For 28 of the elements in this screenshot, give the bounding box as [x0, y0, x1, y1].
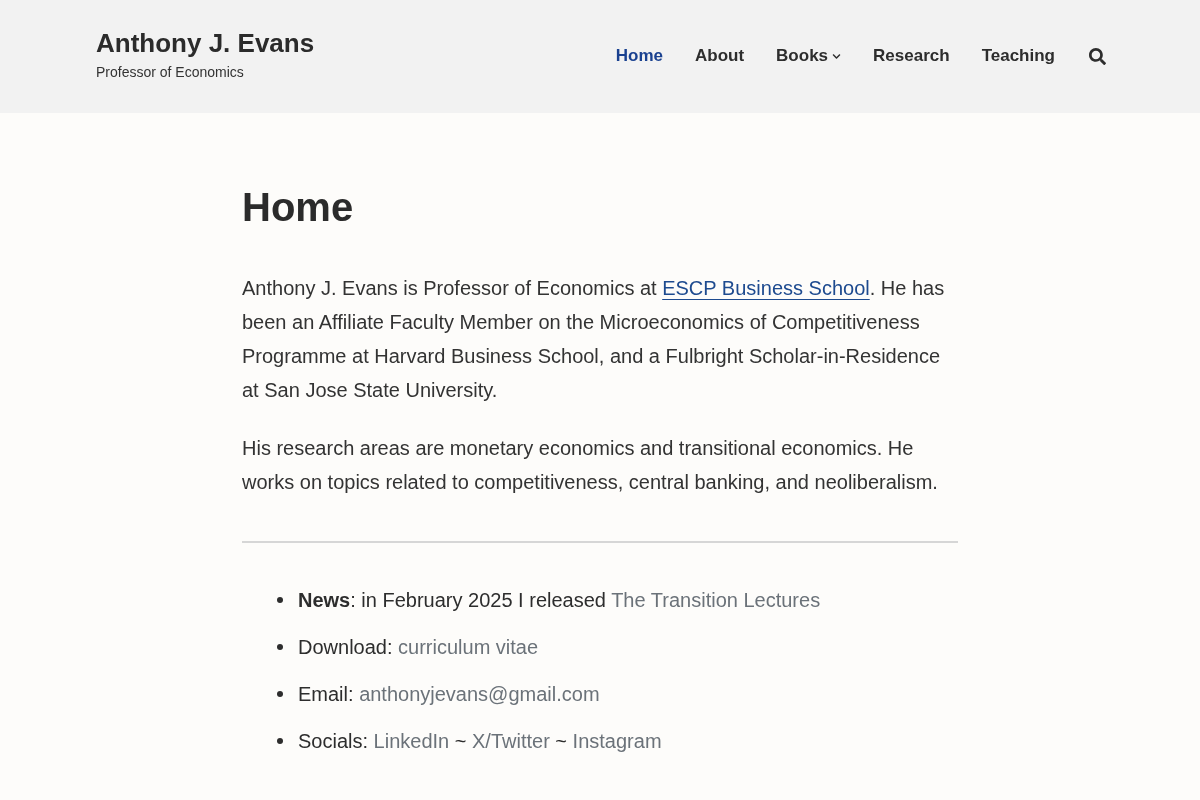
site-title[interactable]: Anthony J. Evans — [96, 28, 315, 59]
body-paragraph: Anthony J. Evans is Professor of Economics at ESCP Business School. He has been an Affiliate Faculty Member on the Microeconomics of Competitiveness Programme at Harvard Business School, and a Fulbright Scholar-in-Residence at San Jose State University. — [242, 276, 946, 403]
nav-link[interactable]: Home — [615, 45, 663, 68]
search-button[interactable] — [1089, 48, 1106, 65]
text-link[interactable]: The Transition Lectures — [611, 589, 821, 611]
list-item-text: News: in February 2025 I released The Transition Lectures — [298, 588, 821, 613]
list-item-text: Download: curriculum vitae — [298, 635, 539, 660]
list-item-text: Email: anthonyjevans@gmail.com — [298, 682, 600, 707]
search-icon — [1089, 48, 1106, 65]
text-link[interactable]: Instagram — [572, 730, 662, 752]
text-link[interactable]: curriculum vitae — [398, 636, 539, 658]
bullet-icon — [277, 738, 283, 744]
text-link[interactable]: LinkedIn — [373, 730, 450, 752]
text-link[interactable]: X/Twitter — [472, 730, 550, 752]
nav-link[interactable]: Research — [873, 45, 950, 68]
body-paragraph: His research areas are monetary economics and transitional economics. He works on topics related to competitiveness, central banking, and neoliberalism. — [242, 436, 939, 495]
nav-link[interactable]: Books — [776, 45, 842, 68]
list-item-text: Socials: LinkedIn ~ X/Twitter ~ Instagram — [298, 729, 662, 754]
page-title: Home — [242, 184, 355, 231]
chevron-down-icon — [832, 52, 842, 61]
nav-link[interactable]: Teaching — [981, 45, 1055, 68]
site-tagline: Professor of Economics — [96, 63, 244, 81]
nav-link[interactable]: About — [695, 45, 745, 68]
bullet-icon — [277, 644, 283, 650]
text-link[interactable]: anthonyjevans@gmail.com — [359, 683, 600, 705]
bullet-icon — [277, 597, 283, 603]
bullet-icon — [277, 691, 283, 697]
text-link[interactable]: ESCP Business School — [662, 277, 870, 299]
